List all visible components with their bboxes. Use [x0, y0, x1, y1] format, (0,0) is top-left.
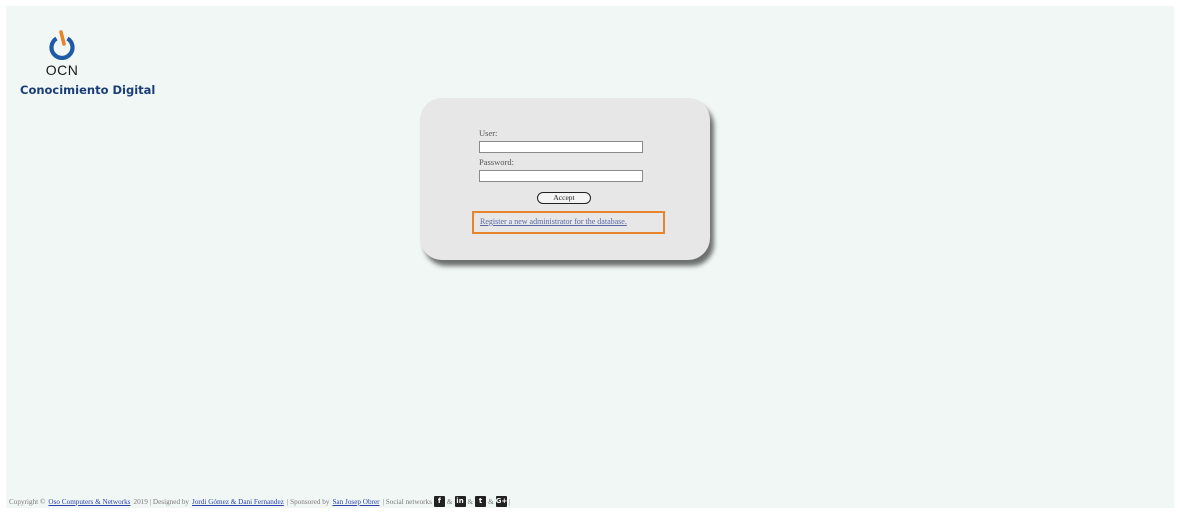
- social-separator: &: [488, 497, 494, 506]
- designers-link[interactable]: Jordi Gómez & Dani Fernandez: [192, 498, 284, 506]
- year-designed-text: 2019 | Designed by: [133, 497, 190, 506]
- sponsored-text: | Sponsored by: [286, 497, 330, 506]
- copyright-text: Copyright ©: [9, 497, 46, 506]
- social-separator: &: [467, 497, 474, 506]
- twitter-icon[interactable]: t: [475, 496, 487, 507]
- footer-end-pipe: |: [508, 497, 511, 506]
- facebook-icon[interactable]: f: [433, 496, 445, 507]
- brand-subtitle: Conocimiento Digital: [20, 83, 156, 97]
- company-link[interactable]: Oso Computers & Networks: [48, 498, 130, 506]
- brand-name: OCN: [45, 62, 79, 78]
- footer: Copyright © Oso Computers & Networks 201…: [9, 496, 510, 507]
- accept-button[interactable]: Accept: [537, 192, 591, 204]
- login-card: User: Password: Accept Register a new ad…: [420, 98, 710, 260]
- sponsor-link[interactable]: San Josep Obrer: [332, 498, 379, 506]
- social-networks-text: | Social networks: [382, 497, 432, 506]
- power-icon: [49, 30, 75, 60]
- social-separator: &: [446, 497, 453, 506]
- password-input[interactable]: [479, 170, 643, 182]
- page-background: OCN Conocimiento Digital User: Password:…: [6, 6, 1174, 508]
- register-admin-link[interactable]: Register a new administrator for the dat…: [480, 217, 627, 226]
- google-plus-icon[interactable]: G+: [495, 496, 507, 507]
- register-highlight-box: Register a new administrator for the dat…: [472, 211, 665, 234]
- user-input[interactable]: [479, 141, 643, 153]
- linkedin-icon[interactable]: in: [454, 496, 466, 507]
- user-label: User:: [479, 128, 498, 138]
- password-label: Password:: [479, 157, 514, 167]
- brand-logo: OCN Conocimiento Digital: [20, 30, 155, 110]
